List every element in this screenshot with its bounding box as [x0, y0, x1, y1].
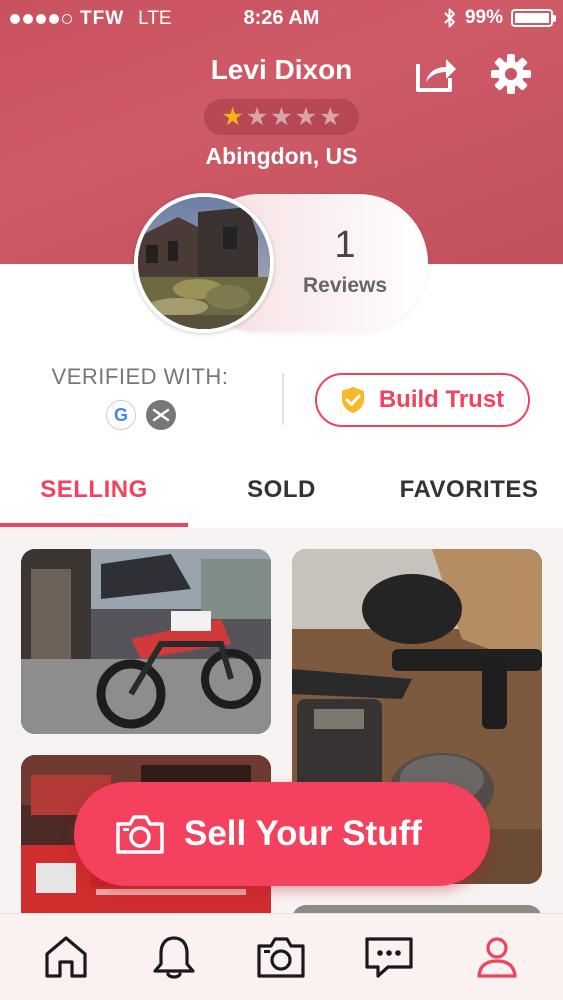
- google-icon: G: [106, 400, 136, 430]
- build-trust-button[interactable]: Build Trust: [315, 373, 530, 427]
- nav-camera[interactable]: [251, 927, 311, 987]
- sell-your-stuff-button[interactable]: Sell Your Stuff: [74, 782, 490, 886]
- home-icon: [45, 936, 87, 978]
- star-empty-icon: ★: [294, 102, 318, 131]
- avatar-photo: [138, 197, 270, 329]
- verification-methods: G: [106, 400, 176, 430]
- tab-selling[interactable]: SELLING: [0, 476, 188, 504]
- star-empty-icon: ★: [319, 102, 342, 131]
- battery-percent: 99%: [464, 7, 503, 28]
- listing-card[interactable]: [21, 549, 271, 734]
- nav-messages[interactable]: [359, 927, 419, 987]
- star-empty-icon: ★: [245, 102, 269, 131]
- divider: [282, 373, 284, 425]
- gear-icon: [491, 54, 531, 94]
- user-name: Levi Dixon: [210, 54, 353, 85]
- tab-favorites[interactable]: FAVORITES: [375, 476, 563, 504]
- battery-icon: [511, 9, 556, 27]
- bluetooth-icon: [444, 8, 455, 28]
- nav-notifications[interactable]: [144, 927, 204, 987]
- build-trust-label: Build Trust: [378, 386, 505, 413]
- reviews-count: 1: [334, 224, 356, 266]
- star-rating: ★ ★ ★ ★ ★: [204, 99, 359, 135]
- active-tab-indicator: [0, 523, 188, 527]
- camera-icon: [257, 937, 306, 978]
- bell-icon: [153, 936, 195, 979]
- dirt-bike-photo: [21, 549, 271, 734]
- share-icon: [416, 59, 456, 92]
- camera-icon: [116, 815, 164, 854]
- shield-icon: [341, 387, 364, 413]
- verified-with-label: VERIFIED WITH:: [51, 364, 229, 389]
- listing-tabs: SELLING SOLD FAVORITES: [0, 458, 563, 528]
- sell-button-label: Sell Your Stuff: [184, 814, 422, 853]
- nav-profile[interactable]: [467, 927, 527, 987]
- user-location: Abingdon, US: [205, 143, 358, 169]
- share-button[interactable]: [414, 54, 458, 94]
- bottom-nav: [0, 913, 563, 1000]
- tab-sold[interactable]: SOLD: [188, 476, 375, 504]
- settings-button[interactable]: [490, 53, 532, 95]
- star-empty-icon: ★: [270, 102, 293, 131]
- status-bar: TFW LTE 8:26 AM 99%: [0, 0, 563, 36]
- reviews-label: Reviews: [302, 274, 388, 297]
- email-icon: [146, 400, 176, 430]
- chat-icon: [365, 937, 413, 978]
- profile-icon: [477, 937, 517, 978]
- nav-home[interactable]: [36, 927, 96, 987]
- star-filled-icon: ★: [221, 102, 244, 131]
- avatar[interactable]: [134, 193, 274, 333]
